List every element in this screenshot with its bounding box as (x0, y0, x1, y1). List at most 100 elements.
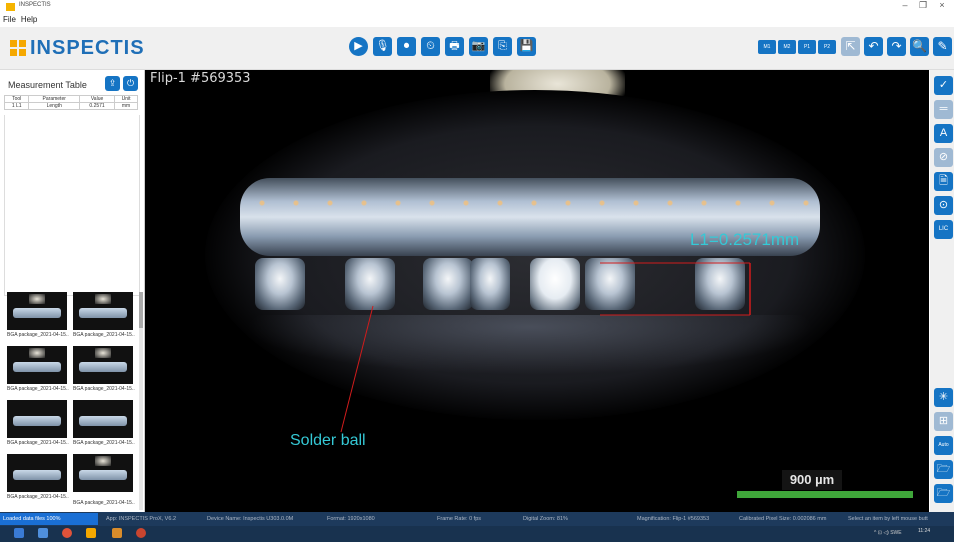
table-cell: 0.2571 (78, 102, 116, 110)
load-progress: Loaded data files 100% (0, 513, 98, 525)
auto-icon[interactable]: Auto (934, 436, 953, 455)
table-body-area (4, 115, 140, 296)
thumbnail-caption: BGA package_2021-04-15... (73, 500, 135, 506)
browser-icon[interactable] (62, 528, 72, 538)
status-zoom: Digital Zoom: 81% (523, 516, 568, 522)
window-title: INSPECTIS (19, 2, 51, 8)
copy-icon[interactable]: ⎘ (493, 37, 512, 56)
status-device: Device Name: Inspectis U303.0.0M (207, 516, 294, 522)
table-header: Value (78, 95, 116, 103)
table-header-row: Tool Parameter Value Unit (3, 95, 138, 103)
camera-icon[interactable]: 📷 (469, 37, 488, 56)
thumbnail-image[interactable] (73, 346, 133, 384)
thumbnail-caption: BGA package_2021-04-15... (73, 440, 135, 446)
table-cell: Length (28, 102, 80, 110)
print-icon[interactable]: 🖶 (445, 37, 464, 56)
thumbnail-caption: BGA package_2021-04-15... (73, 332, 135, 338)
folder-icon[interactable]: 🗁 (934, 484, 953, 503)
timelapse-icon[interactable]: ⏲ (421, 37, 440, 56)
thumbnail-image[interactable] (73, 400, 133, 438)
logo-text: INSPECTIS (30, 36, 145, 59)
document-icon[interactable]: 🗎 (934, 172, 953, 191)
status-app: App: INSPECTIS ProX, V6.2 (106, 516, 177, 522)
status-magnification: Magnification: Flip-1 #569353 (637, 516, 710, 522)
p1-button[interactable]: P1 (798, 40, 816, 54)
thumbnail-caption: BGA package_2021-04-15... (7, 332, 69, 338)
focus-icon[interactable]: ⊙ (934, 196, 953, 215)
annotation-overlay (340, 262, 751, 433)
minimize-button[interactable]: – (898, 0, 912, 10)
parallel-tool-icon[interactable]: ═ (934, 100, 953, 119)
thumbnail-image[interactable] (7, 400, 67, 438)
thumbnail-caption: BGA package_2021-04-15... (73, 386, 135, 392)
status-hint: Select an item by left mouse butt (848, 516, 928, 522)
system-tray[interactable]: ^ ⊡ ◁) SWE (874, 530, 902, 536)
image-viewer[interactable]: Flip-1 #569353 L1=0.2571mm Solder ball 9… (145, 70, 929, 512)
save-icon[interactable]: 💾 (517, 37, 536, 56)
thumbnail-image[interactable] (73, 454, 133, 492)
scale-label: 900 µm (782, 470, 842, 490)
image-label: Flip-1 #569353 (150, 71, 251, 86)
status-frame-rate: Frame Rate: 0 fps (437, 516, 482, 522)
taskbar-clock[interactable]: 11:24 (918, 528, 930, 534)
pen-icon[interactable]: ✎ (933, 37, 952, 56)
record-video-icon[interactable]: ⏺ (397, 37, 416, 56)
thumbnail-image[interactable] (7, 292, 67, 330)
close-button[interactable]: × (935, 0, 949, 10)
redo-icon[interactable]: ↷ (887, 37, 906, 56)
grid-icon[interactable]: ⊞ (934, 412, 953, 431)
m1-button[interactable]: M1 (758, 40, 776, 54)
menu-bar: File Help (0, 13, 954, 27)
solder-ball-annotation[interactable]: Solder ball (290, 432, 366, 450)
status-format: Format: 1920x1080 (327, 516, 375, 522)
menu-help[interactable]: Help (18, 13, 39, 24)
left-panel: Measurement Table ⇪ ⏻ Tool Parameter Val… (0, 70, 145, 512)
status-bar: Loaded data files 100% App: INSPECTIS Pr… (0, 512, 954, 526)
inspectis-taskbar-icon[interactable] (86, 528, 96, 538)
start-icon[interactable] (14, 528, 24, 538)
measurement-label[interactable]: L1=0.2571mm (690, 230, 799, 250)
zoom-icon[interactable]: 🔍 (910, 37, 929, 56)
status-pixel-size: Calibrated Pixel Size: 0.002086 mm (739, 516, 827, 522)
brightness-icon[interactable]: ✳ (934, 388, 953, 407)
microphone-icon[interactable]: 🎙 (373, 37, 392, 56)
calibration-icon[interactable]: LIC (934, 220, 953, 239)
table-cell: mm (114, 102, 138, 110)
text-tool-icon[interactable]: A (934, 124, 953, 143)
table-header: Tool (3, 95, 30, 103)
table-row[interactable]: 1 L1 Length 0.2571 mm (3, 102, 138, 110)
undo-icon[interactable]: ↶ (864, 37, 883, 56)
power-icon[interactable]: ⏻ (123, 76, 138, 91)
table-header: Unit (114, 95, 138, 103)
main-toolbar: INSPECTIS ▶ 🎙 ⏺ ⏲ 🖶 📷 ⎘ 💾 M1 M2 P1 P2 ⇱ … (0, 27, 954, 70)
thumbnail-caption: BGA package_2021-04-15... (7, 494, 69, 500)
taskbar-app-icon[interactable] (112, 528, 122, 538)
app-icon (6, 3, 15, 11)
logo-mark-icon (10, 40, 26, 56)
taskbar-app-icon[interactable] (136, 528, 146, 538)
thumbnail-caption: BGA package_2021-04-15... (7, 386, 69, 392)
table-header: Parameter (28, 95, 80, 103)
m2-button[interactable]: M2 (778, 40, 796, 54)
play-icon[interactable]: ▶ (349, 37, 368, 56)
menu-file[interactable]: File (0, 13, 18, 24)
thumbnail-scrollbar[interactable] (139, 292, 143, 510)
taskbar-app-icon[interactable] (38, 528, 48, 538)
thumbnail-image[interactable] (7, 454, 67, 492)
layers-icon[interactable]: ⊘ (934, 148, 953, 167)
maximize-button[interactable]: ❐ (916, 0, 930, 11)
measurement-table-title: Measurement Table (8, 80, 87, 90)
thumbnail-image[interactable] (7, 346, 67, 384)
annotation-pointer (340, 305, 374, 433)
p2-button[interactable]: P2 (818, 40, 836, 54)
measurement-table: Tool Parameter Value Unit 1 L1 Length 0.… (3, 95, 138, 110)
table-cell: 1 L1 (3, 102, 30, 110)
line-tool-icon[interactable]: ✓ (934, 76, 953, 95)
thumbnail-gallery: BGA package_2021-04-15... BGA package_20… (7, 292, 139, 510)
select-cursor-icon[interactable]: ⇱ (841, 37, 860, 56)
export-icon[interactable]: ⇪ (105, 76, 120, 91)
thumbnail-caption: BGA package_2021-04-15... (7, 440, 69, 446)
right-toolbar: ✓ ═ A ⊘ 🗎 ⊙ LIC ✳ ⊞ Auto 🗁 🗁 (930, 70, 954, 512)
thumbnail-image[interactable] (73, 292, 133, 330)
open-folder-icon[interactable]: 🗁 (934, 460, 953, 479)
